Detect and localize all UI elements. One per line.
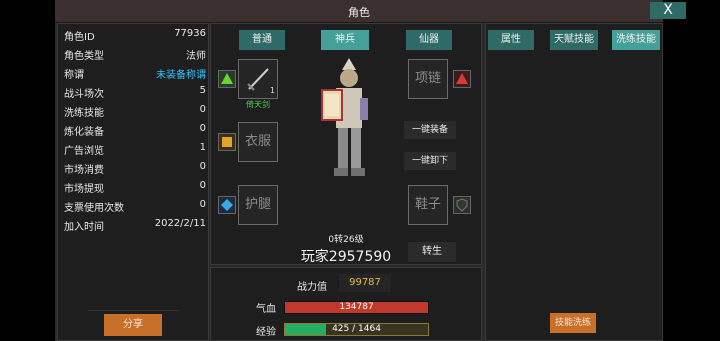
stat-label: 广告浏览: [64, 146, 104, 157]
skill-wash-button[interactable]: 技能洗练: [550, 313, 596, 333]
stat-value: 0: [199, 123, 206, 134]
stat-value: 0: [199, 199, 206, 210]
stat-value: 77936: [174, 28, 206, 39]
title-bar: 角色 X: [55, 0, 686, 23]
leg-armor-slot[interactable]: 护腿: [238, 185, 278, 225]
stat-label: 市场消费: [64, 165, 104, 176]
rebirth-button[interactable]: 转生: [408, 242, 456, 262]
green-gem-icon[interactable]: [218, 70, 236, 88]
tab-immortal[interactable]: 仙器: [406, 30, 452, 50]
stat-value: 0: [199, 104, 206, 115]
stat-value: 2022/2/11: [154, 218, 206, 229]
stat-value: 未装备称谓: [156, 70, 206, 81]
power-value: 99787: [349, 277, 381, 288]
stat-row: 角色ID 77936: [64, 28, 206, 46]
blue-gem-icon[interactable]: [218, 196, 236, 214]
stat-label: 炼化装备: [64, 127, 104, 138]
window-title: 角色: [348, 6, 370, 19]
stat-row: 加入时间 2022/2/11: [64, 218, 206, 236]
stat-row: 炼化装备 0: [64, 123, 206, 141]
weapon-slot[interactable]: 1: [238, 59, 278, 99]
attributes-panel: 属性 天赋技能 洗练技能 技能洗练: [485, 23, 663, 341]
exp-bar: 425 / 1464: [284, 323, 429, 336]
stat-row: 洗练技能 0: [64, 104, 206, 122]
stat-label: 洗练技能: [64, 108, 104, 119]
tab-wash-skills[interactable]: 洗练技能: [612, 30, 660, 50]
stat-label: 角色ID: [64, 32, 95, 43]
red-gem-icon[interactable]: [453, 70, 471, 88]
stat-value: 0: [199, 180, 206, 191]
stat-label: 称谓: [64, 70, 84, 81]
character-model: [321, 58, 368, 176]
stats-panel: 角色ID 77936 角色类型 法师 称谓 未装备称谓 战斗场次 5 洗练技能 0 炼化装备 0 广告浏…: [57, 23, 209, 341]
stat-row: 战斗场次 5: [64, 85, 206, 103]
tab-talent-skills[interactable]: 天赋技能: [550, 30, 598, 50]
stat-value: 法师: [186, 51, 206, 62]
equipment-panel: 普通 神兵 仙器 1 倚天剑 衣服 护腿 项链 一键装备 一键卸下 鞋子 0转2…: [210, 23, 482, 265]
shield-gem-icon[interactable]: [453, 196, 471, 214]
close-button[interactable]: X: [650, 2, 686, 19]
orange-gem-icon[interactable]: [218, 133, 236, 151]
unequip-all-button[interactable]: 一键卸下: [404, 152, 456, 170]
stat-label: 支票使用次数: [64, 203, 124, 214]
hp-bar: 134787: [284, 301, 429, 314]
stat-label: 加入时间: [64, 222, 104, 233]
tab-normal[interactable]: 普通: [239, 30, 285, 50]
tab-attributes[interactable]: 属性: [488, 30, 534, 50]
hp-bar-text: 134787: [339, 302, 374, 312]
player-level: 0转26级: [328, 235, 364, 245]
stat-row: 市场消费 0: [64, 161, 206, 179]
share-button[interactable]: 分享: [104, 314, 162, 336]
stat-label: 角色类型: [64, 51, 104, 62]
clothes-slot[interactable]: 衣服: [238, 122, 278, 162]
equip-all-button[interactable]: 一键装备: [404, 121, 456, 139]
stat-value: 1: [199, 142, 206, 153]
power-value-box: 99787: [339, 274, 391, 292]
stat-label: 市场提现: [64, 184, 104, 195]
exp-label: 经验: [256, 327, 276, 338]
exp-bar-text: 425 / 1464: [332, 324, 381, 334]
player-name: 玩家2957590: [300, 249, 392, 265]
stat-row: 支票使用次数 0: [64, 199, 206, 217]
stat-row: 市场提现 0: [64, 180, 206, 198]
necklace-slot[interactable]: 项链: [408, 59, 448, 99]
stat-label: 战斗场次: [64, 89, 104, 100]
combat-panel: 战力值 99787 气血 134787 经验 425 / 1464: [210, 267, 482, 341]
stat-row: 广告浏览 1: [64, 142, 206, 160]
tab-divine-weapon[interactable]: 神兵: [321, 30, 369, 50]
stat-value: 5: [199, 85, 206, 96]
stat-row: 称谓 未装备称谓: [64, 66, 206, 84]
weapon-name: 倚天剑: [246, 100, 270, 109]
shoes-slot[interactable]: 鞋子: [408, 185, 448, 225]
hp-label: 气血: [256, 304, 276, 315]
stat-value: 0: [199, 161, 206, 172]
divider: [88, 310, 178, 311]
power-label: 战力值: [297, 282, 327, 293]
stat-row: 角色类型 法师: [64, 47, 206, 65]
